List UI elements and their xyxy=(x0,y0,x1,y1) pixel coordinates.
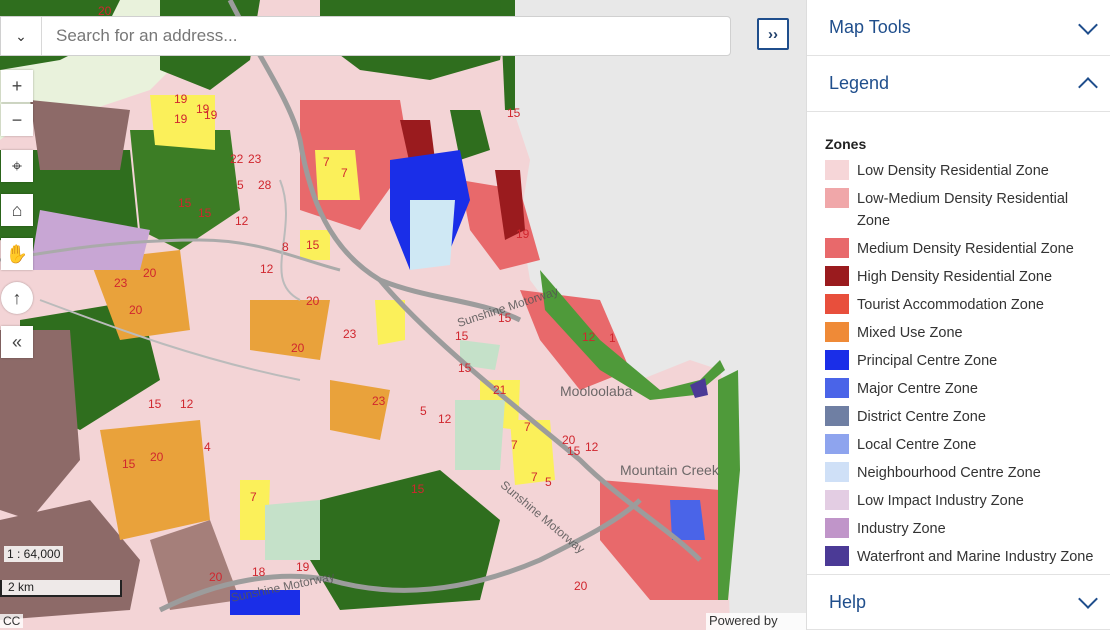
legend-item: Principal Centre Zone xyxy=(825,350,1101,372)
plus-icon: + xyxy=(11,75,23,96)
community-facilities xyxy=(150,95,215,150)
legend-label: Industry Zone xyxy=(857,521,946,537)
home-icon: ⌂ xyxy=(11,199,23,220)
address-search-bar: ⌄ xyxy=(0,16,731,56)
legend-list: Low Density Residential Zone Low-Medium D… xyxy=(825,160,1101,568)
compass-button[interactable]: ↑ xyxy=(1,282,33,314)
community-facilities xyxy=(510,420,555,485)
chevron-down-icon xyxy=(1078,589,1098,609)
legend-item: Low-Medium Density Residential Zone xyxy=(825,188,1101,232)
legend-swatch xyxy=(825,266,849,286)
locate-button[interactable]: ⌖ xyxy=(1,150,33,182)
community-facilities xyxy=(315,150,360,200)
legend-item: Mixed Use Zone xyxy=(825,322,1101,344)
collapse-tools-button[interactable]: « xyxy=(1,326,33,358)
place-label: Mooloolaba xyxy=(560,383,633,399)
legend-label: Low-Medium Density Residential Zone xyxy=(857,191,1069,229)
legend-label: Low Density Residential Zone xyxy=(857,163,1049,179)
legend-content[interactable]: Zones Low Density Residential Zone Low-Me… xyxy=(807,114,1110,574)
north-arrow-icon: ↑ xyxy=(12,287,22,308)
legend-swatch xyxy=(825,546,849,566)
chevron-up-icon xyxy=(1078,76,1098,97)
map-tools-header[interactable]: Map Tools xyxy=(807,0,1110,56)
legend-swatch xyxy=(825,490,849,510)
legend-swatch xyxy=(825,350,849,370)
major-centre-area xyxy=(670,500,705,540)
legend-swatch xyxy=(825,406,849,426)
minus-icon: − xyxy=(11,109,23,130)
legend-item: Low Impact Industry Zone xyxy=(825,490,1101,512)
place-label: Mountain Creek xyxy=(620,462,719,478)
hand-icon: ✋ xyxy=(5,243,29,264)
legend-label: Low Impact Industry Zone xyxy=(857,493,1024,509)
sport-recreation xyxy=(455,400,505,470)
chevron-down-icon xyxy=(1078,14,1098,35)
chevron-down-icon: ⌄ xyxy=(15,27,27,44)
legend-item: Industry Zone xyxy=(825,518,1101,540)
help-header[interactable]: Help xyxy=(807,574,1110,630)
legend-item: Local Centre Zone xyxy=(825,434,1101,456)
legend-swatch xyxy=(825,462,849,482)
legend-swatch xyxy=(825,160,849,180)
lake-area xyxy=(410,200,455,270)
emerging-community xyxy=(100,420,210,540)
scale-bar: 2 km xyxy=(0,580,122,597)
legend-item: Neighbourhood Centre Zone xyxy=(825,462,1101,484)
legend-label: High Density Residential Zone xyxy=(857,269,1053,285)
legend-swatch xyxy=(825,188,849,208)
legend-swatch xyxy=(825,294,849,314)
community-facilities xyxy=(300,230,330,260)
legend-heading: Zones xyxy=(825,136,867,152)
help-title: Help xyxy=(829,591,867,612)
legend-label: Major Centre Zone xyxy=(857,381,978,397)
map-view[interactable]: 20 19 19 19 19 22 23 7 7 5 28 15 15 12 8 15 20 23 23 20 15 12… xyxy=(0,0,806,630)
crosshair-icon: ⌖ xyxy=(11,155,23,176)
legend-item: Tourist Accommodation Zone xyxy=(825,294,1101,316)
zoom-out-button[interactable]: − xyxy=(1,104,33,136)
legend-title: Legend xyxy=(829,73,890,93)
legend-label: Local Centre Zone xyxy=(857,437,977,453)
pan-button[interactable]: ✋ xyxy=(1,238,33,270)
legend-header[interactable]: Legend xyxy=(807,56,1110,112)
legend-label: Waterfront and Marine Industry Zone xyxy=(857,549,1094,565)
search-source-dropdown[interactable]: ⌄ xyxy=(1,17,42,55)
legend-label: Medium Density Residential Zone xyxy=(857,241,1074,257)
map-scale: 1 : 64,000 xyxy=(4,546,64,562)
emerging-community xyxy=(250,300,330,360)
legend-label: Tourist Accommodation Zone xyxy=(857,297,1044,313)
zoning-map xyxy=(0,0,806,630)
search-input[interactable] xyxy=(42,17,730,55)
map-tools-title: Map Tools xyxy=(829,17,911,37)
emerging-community xyxy=(330,380,390,440)
legend-swatch xyxy=(825,238,849,258)
legend-swatch xyxy=(825,322,849,342)
legend-label: Mixed Use Zone xyxy=(857,325,963,341)
side-panel: Map Tools Legend Zones Low Density Resid… xyxy=(806,0,1110,630)
legend-swatch xyxy=(825,518,849,538)
legend-item: Waterfront and Marine Industry Zone xyxy=(825,546,1101,568)
legend-item: District Centre Zone xyxy=(825,406,1101,428)
esri-attribution[interactable]: Powered by Esri xyxy=(706,613,806,630)
legend-label: District Centre Zone xyxy=(857,409,986,425)
legend-label: Neighbourhood Centre Zone xyxy=(857,465,1041,481)
legend-swatch xyxy=(825,378,849,398)
double-chevron-left-icon: « xyxy=(11,331,22,352)
rural-residential xyxy=(0,330,80,520)
rural-residential xyxy=(30,100,130,170)
expand-panel-button[interactable]: ›› xyxy=(757,18,789,50)
road xyxy=(279,179,301,301)
sport-recreation xyxy=(265,500,320,560)
home-button[interactable]: ⌂ xyxy=(1,194,33,226)
attribution-left: CC xyxy=(0,614,24,628)
legend-swatch xyxy=(825,434,849,454)
double-chevron-right-icon: ›› xyxy=(768,25,778,43)
legend-item: Major Centre Zone xyxy=(825,378,1101,400)
legend-item: Low Density Residential Zone xyxy=(825,160,1101,182)
legend-item: High Density Residential Zone xyxy=(825,266,1101,288)
community-facilities xyxy=(375,300,405,345)
zoom-in-button[interactable]: + xyxy=(1,70,33,102)
legend-label: Principal Centre Zone xyxy=(857,353,998,369)
legend-item: Medium Density Residential Zone xyxy=(825,238,1101,260)
